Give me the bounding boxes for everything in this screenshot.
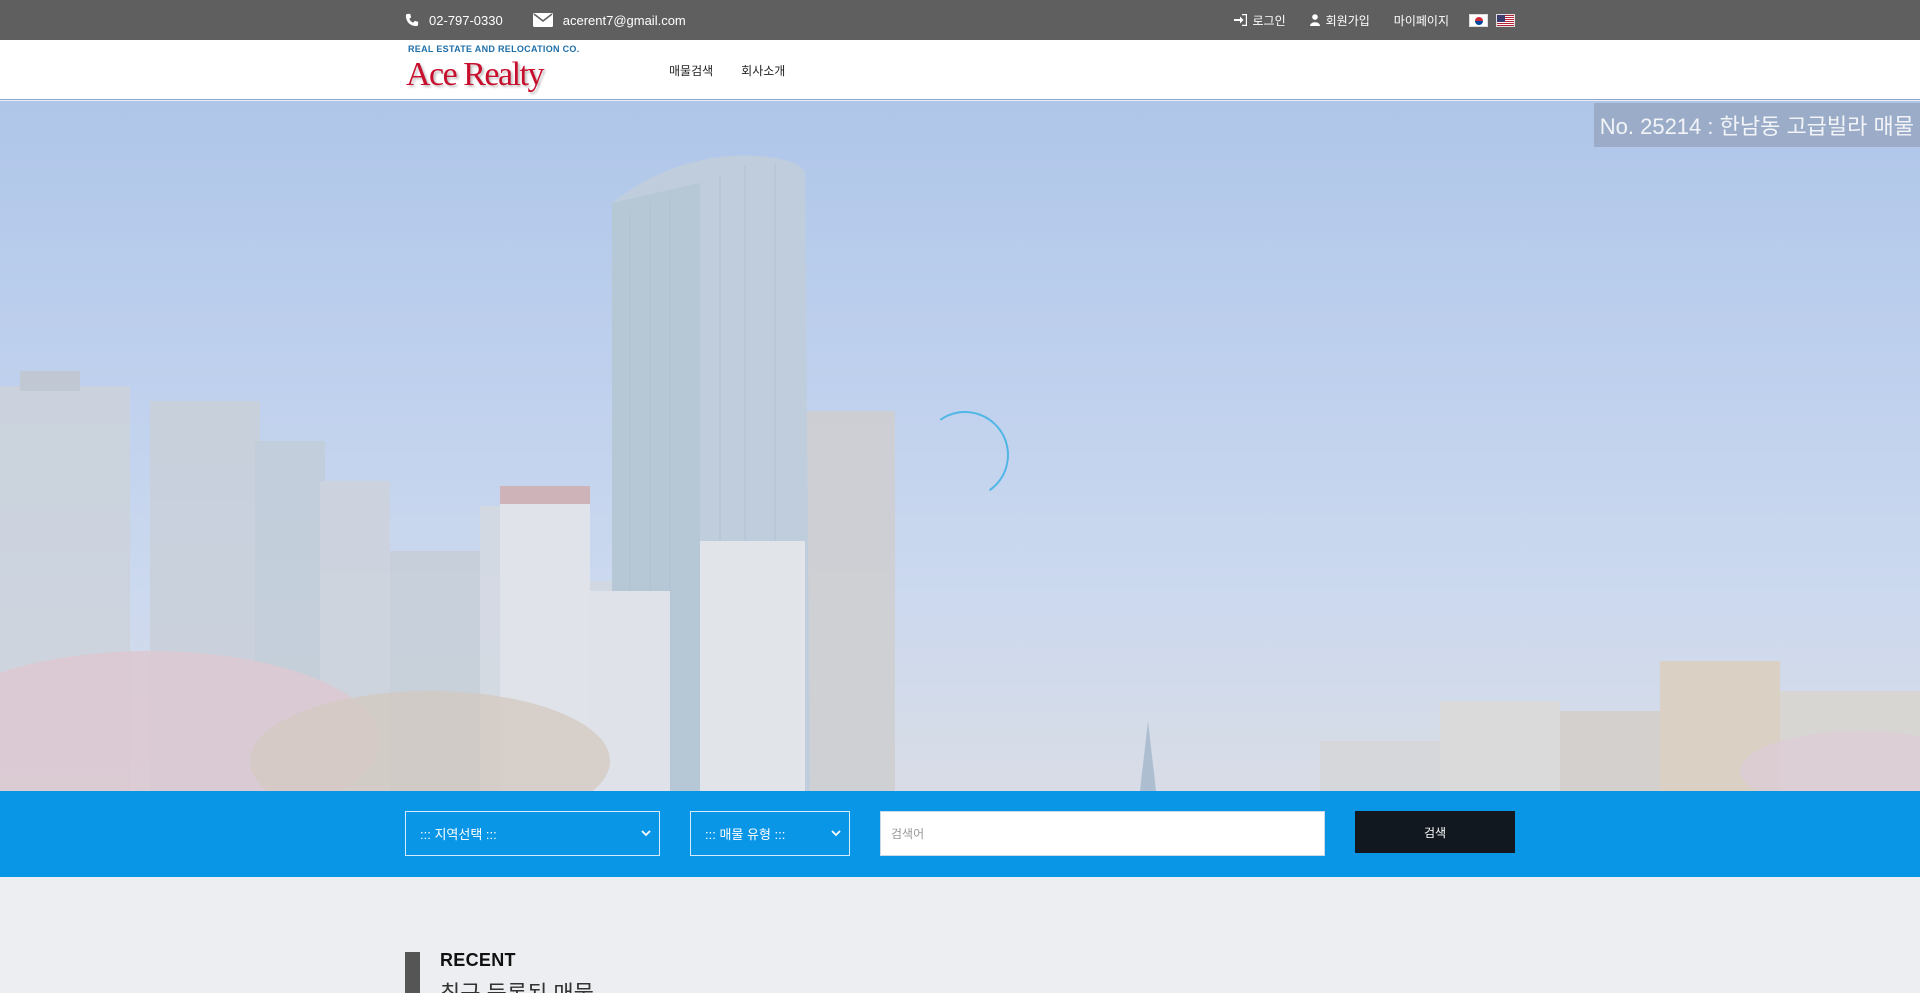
ace-realty-logo[interactable]: REAL ESTATE AND RELOCATION CO. Ace Realt… [405,42,595,98]
property-type-select[interactable]: ::: 매물 유형 ::: [690,811,850,856]
mypage-link[interactable]: 마이페이지 [1394,12,1449,29]
search-button[interactable]: 검색 [1355,811,1515,853]
envelope-icon [532,13,553,27]
sign-in-icon [1233,14,1247,26]
recent-section-marker [405,952,420,993]
keyword-placeholder: 검색어 [891,827,925,841]
mypage-label: 마이페이지 [1393,13,1449,28]
chevron-down-icon [831,830,841,837]
email-contact[interactable]: acerent7@gmail.com [532,12,686,28]
email-address: acerent7@gmail.com [562,12,686,28]
keyword-search-input[interactable]: 검색어 [880,811,1325,856]
user-icon [1309,14,1320,26]
korean-flag-icon[interactable] [1469,13,1488,27]
site-header: REAL ESTATE AND RELOCATION CO. Ace Realt… [0,40,1920,100]
region-select-value: ::: 지역선택 ::: [420,827,497,842]
recent-subtitle: 최근 등록된 매물 [440,976,594,993]
login-link[interactable]: 로그인 [1233,12,1286,29]
hero-caption: No. 25214 : 한남동 고급빌라 매물 [1593,103,1920,147]
logo-brand: Ace Realty [406,56,545,93]
join-link[interactable]: 회원가입 [1309,12,1370,29]
recent-title: RECENT [440,950,516,970]
phone-icon [405,13,419,27]
property-type-select-value: ::: 매물 유형 ::: [705,827,786,842]
phone-contact[interactable]: 02-797-0330 [405,13,503,28]
region-select[interactable]: ::: 지역선택 ::: [405,811,660,856]
top-bar: 02-797-0330 acerent7@gmail.com 로그인 회원가입 … [0,0,1920,40]
join-label: 회원가입 [1325,13,1370,28]
search-button-label: 검색 [1423,825,1447,840]
logo-tagline: REAL ESTATE AND RELOCATION CO. [408,44,580,54]
login-label: 로그인 [1252,13,1286,28]
search-bar: ::: 지역선택 ::: ::: 매물 유형 ::: 검색어 검색 [0,791,1920,877]
us-flag-icon[interactable] [1496,13,1515,27]
phone-number: 02-797-0330 [429,12,503,28]
hero-banner: No. 25214 : 한남동 고급빌라 매물 [0,101,1920,791]
chevron-down-icon [641,830,651,837]
nav-item-about[interactable]: 회사소개 [741,62,785,79]
nav-item-search[interactable]: 매물검색 [669,62,713,79]
main-nav: 매물검색 회사소개 [669,40,813,100]
